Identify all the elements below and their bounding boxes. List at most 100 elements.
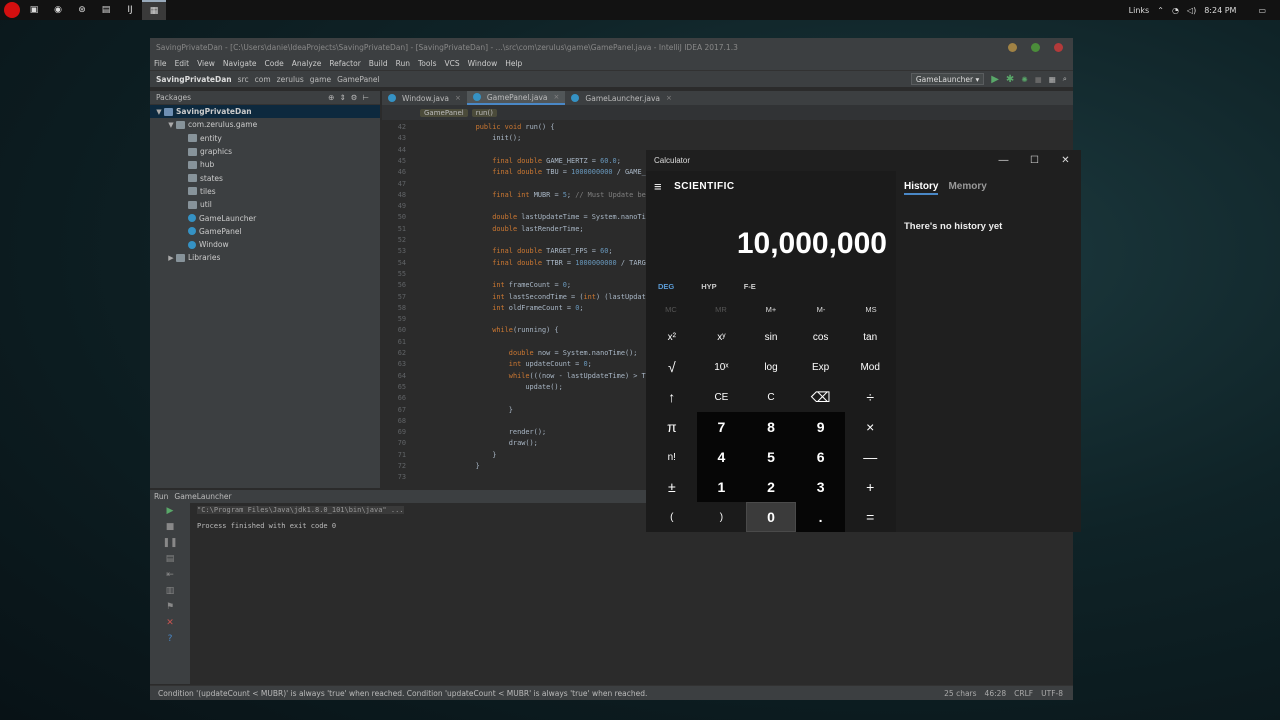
digit-2-button[interactable]: 2 [746, 472, 796, 502]
menu-vcs[interactable]: VCS [444, 59, 459, 68]
nav-crumb-src[interactable]: src [238, 75, 249, 84]
task-view-icon[interactable]: ▣ [22, 0, 46, 20]
maximize-button[interactable] [1031, 42, 1040, 52]
mr-button[interactable]: MR [696, 305, 746, 314]
add-button[interactable]: + [845, 472, 895, 502]
hamburger-menu-icon[interactable]: ≡ [654, 179, 662, 194]
menu-help[interactable]: Help [505, 59, 522, 68]
panel-title[interactable]: Packages [156, 93, 191, 102]
status-position[interactable]: 46:28 [985, 689, 1007, 698]
wifi-icon[interactable]: ◔ [1172, 6, 1179, 15]
tree-item[interactable]: GamePanel [150, 225, 380, 238]
calc-minimize-icon[interactable]: — [988, 155, 1019, 166]
sqrt-button[interactable]: √ [647, 352, 697, 382]
menu-code[interactable]: Code [265, 59, 284, 68]
tab-close-icon[interactable]: × [455, 94, 461, 102]
stop-icon[interactable]: ■ [1035, 75, 1042, 84]
tree-item[interactable]: tiles [150, 185, 380, 198]
tab-close-icon[interactable]: × [666, 94, 672, 102]
start-button[interactable] [2, 0, 22, 20]
exp-button[interactable]: Exp [795, 352, 846, 382]
crumb-class[interactable]: GamePanel [420, 108, 468, 117]
tree-item[interactable]: hub [150, 158, 380, 171]
digit-3-button[interactable]: 3 [795, 472, 846, 502]
nav-crumb-project[interactable]: SavingPrivateDan [156, 75, 232, 84]
editor-tab[interactable]: GameLauncher.java × [565, 91, 677, 105]
menu-tools[interactable]: Tools [418, 59, 436, 68]
tree-item[interactable]: states [150, 171, 380, 184]
menu-file[interactable]: File [154, 59, 167, 68]
fe-button[interactable]: F-E [744, 282, 756, 291]
hyp-button[interactable]: HYP [701, 282, 716, 291]
tan-button[interactable]: tan [845, 322, 895, 352]
close-button[interactable] [1054, 42, 1063, 52]
run-output[interactable]: "C:\Program Files\Java\jdk1.8.0_101\bin\… [197, 506, 404, 530]
nav-crumb-zerulus[interactable]: zerulus [277, 75, 304, 84]
nav-crumb-com[interactable]: com [255, 75, 271, 84]
digit-5-button[interactable]: 5 [746, 442, 796, 472]
backspace-button[interactable]: ⌫ [795, 382, 846, 412]
multiply-button[interactable]: × [845, 412, 895, 442]
status-line-separator[interactable]: CRLF [1014, 689, 1033, 698]
digit-7-button[interactable]: 7 [696, 412, 747, 442]
negate-button[interactable]: ± [647, 472, 697, 502]
tree-item[interactable]: ▼ SavingPrivateDan [150, 105, 380, 119]
sin-button[interactable]: sin [746, 322, 796, 352]
digit-6-button[interactable]: 6 [795, 442, 846, 472]
dump-icon[interactable]: ▤ [150, 551, 190, 567]
cos-button[interactable]: cos [795, 322, 846, 352]
menu-run[interactable]: Run [396, 59, 410, 68]
open-paren-button[interactable]: ( [647, 502, 697, 532]
run-config-select[interactable]: GameLauncher ▾ [910, 73, 985, 85]
expand-arrow-icon[interactable]: ▼ [154, 108, 164, 116]
log-button[interactable]: log [746, 352, 796, 382]
run-config-tab[interactable]: GameLauncher [174, 492, 231, 501]
tree-item[interactable]: entity [150, 132, 380, 145]
menu-window[interactable]: Window [468, 59, 498, 68]
crumb-method[interactable]: run() [471, 108, 497, 117]
menu-refactor[interactable]: Refactor [329, 59, 360, 68]
run-icon[interactable]: ▶ [991, 74, 999, 85]
expand-arrow-icon[interactable]: ▶ [166, 254, 176, 262]
notifications-icon[interactable]: ▭ [1258, 6, 1266, 15]
links-toolbar[interactable]: Links [1129, 6, 1150, 15]
tree-item[interactable]: graphics [150, 145, 380, 158]
menu-edit[interactable]: Edit [175, 59, 190, 68]
menu-view[interactable]: View [197, 59, 215, 68]
pause-icon[interactable]: ❚❚ [150, 535, 190, 551]
deg-button[interactable]: DEG [658, 282, 674, 291]
tree-item[interactable]: util [150, 198, 380, 211]
close-run-icon[interactable]: ✕ [150, 615, 190, 631]
square-button[interactable]: x² [647, 322, 697, 352]
decimal-button[interactable]: . [795, 502, 846, 532]
power-button[interactable]: xʸ [696, 322, 747, 352]
debug-icon[interactable]: ✱ [1006, 74, 1014, 85]
divide-button[interactable]: ÷ [845, 382, 895, 412]
coverage-icon[interactable]: ✺ [1021, 75, 1027, 84]
clear-entry-button[interactable]: CE [696, 382, 747, 412]
digit-8-button[interactable]: 8 [746, 412, 796, 442]
equals-button[interactable]: = [845, 502, 895, 532]
chevron-up-icon[interactable]: ⌃ [1157, 6, 1164, 15]
stop-icon[interactable]: ■ [150, 519, 190, 535]
editor-tab[interactable]: Window.java × [382, 91, 467, 105]
tree-item[interactable]: ▼ com.zerulus.game [150, 118, 380, 131]
project-structure-icon[interactable]: ▦ [1049, 75, 1056, 84]
memory-tab[interactable]: Memory [948, 181, 986, 195]
tab-close-icon[interactable]: × [554, 93, 560, 101]
help-icon[interactable]: ? [150, 631, 190, 647]
clear-button[interactable]: C [746, 382, 796, 412]
nav-crumb-game[interactable]: game [310, 75, 331, 84]
settings-icon[interactable]: ⚑ [150, 599, 190, 615]
ten-power-button[interactable]: 10ˣ [696, 352, 747, 382]
file-explorer-icon[interactable]: ▤ [94, 0, 118, 20]
history-tab[interactable]: History [904, 181, 939, 195]
m-minus-button[interactable]: M- [796, 305, 846, 314]
restore-layout-icon[interactable]: ⇤ [150, 567, 190, 583]
m-plus-button[interactable]: M+ [746, 305, 796, 314]
clock[interactable]: 8:24 PM [1204, 6, 1236, 15]
nav-crumb-class[interactable]: GamePanel [337, 75, 380, 84]
tree-item[interactable]: ▶ Libraries [150, 251, 380, 264]
calc-close-icon[interactable]: ✕ [1050, 155, 1081, 166]
panel-tools-icon[interactable]: ⊕⇕⚙⊢ [328, 93, 380, 102]
